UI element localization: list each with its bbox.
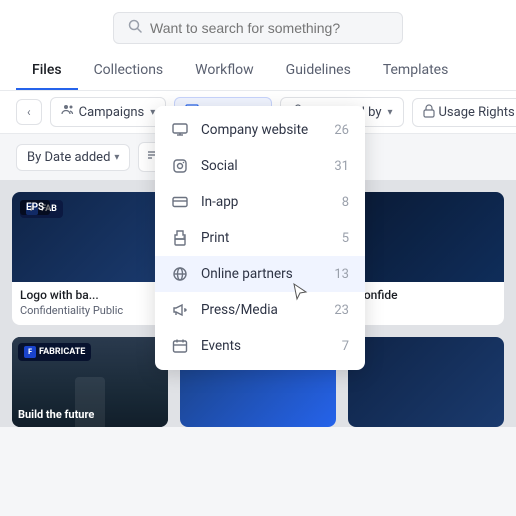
header: Files Collections Workflow Guidelines Te… [0, 0, 516, 91]
card-6[interactable] [348, 337, 504, 427]
print-count: 5 [342, 231, 349, 246]
online-partners-label: Online partners [201, 266, 293, 282]
tab-workflow[interactable]: Workflow [179, 52, 270, 90]
company-website-label: Company website [201, 122, 308, 138]
printer-icon [171, 229, 189, 247]
card-1-title: Logo with ba... [20, 288, 160, 302]
dropdown-item-company-website[interactable]: Company website 26 [155, 112, 365, 148]
credit-card-icon [171, 193, 189, 211]
social-label: Social [201, 158, 238, 174]
dropdown-item-in-app[interactable]: In-app 8 [155, 184, 365, 220]
view-toggle-button[interactable]: ‹ [16, 99, 42, 125]
globe-icon [171, 265, 189, 283]
lock-icon [423, 104, 435, 121]
events-count: 7 [342, 339, 349, 354]
dropdown-item-events[interactable]: Events 7 [155, 328, 365, 364]
press-media-label: Press/Media [201, 302, 278, 318]
press-media-count: 23 [334, 303, 349, 318]
campaigns-label: Campaigns [79, 105, 145, 120]
print-label: Print [201, 230, 229, 246]
card-4[interactable]: F FABRICATE Build the future [12, 337, 168, 427]
tab-files[interactable]: Files [16, 52, 78, 90]
dropdown-item-press-media[interactable]: Press/Media 23 [155, 292, 365, 328]
in-app-label: In-app [201, 194, 238, 210]
company-website-count: 26 [334, 123, 349, 138]
sort-arrow-icon: ▾ [114, 152, 119, 163]
card-1-meta: Confidentiality Public [20, 304, 160, 317]
tab-guidelines[interactable]: Guidelines [270, 52, 367, 90]
sort-by-date-label: By Date added [27, 150, 110, 165]
monitor-icon [171, 121, 189, 139]
dropdown-item-online-partners[interactable]: Online partners 13 [155, 256, 365, 292]
search-input-wrapper[interactable] [113, 12, 403, 44]
search-icon [128, 19, 142, 37]
channel-dropdown: Company website 26 Social 31 In-app 8 [155, 106, 365, 370]
in-app-count: 8 [342, 195, 349, 210]
social-count: 31 [334, 159, 349, 174]
campaigns-filter[interactable]: Campaigns ▾ [50, 97, 167, 127]
people-icon [61, 103, 75, 121]
tab-templates[interactable]: Templates [367, 52, 465, 90]
social-icon [171, 157, 189, 175]
online-partners-count: 13 [334, 267, 349, 282]
usage-rights-label: Usage Rights [439, 105, 515, 120]
calendar-icon [171, 337, 189, 355]
card-4-build-text: Build the future [18, 408, 94, 421]
dropdown-item-print[interactable]: Print 5 [155, 220, 365, 256]
search-input[interactable] [150, 20, 388, 36]
produced-by-arrow-icon: ▾ [387, 107, 392, 118]
megaphone-icon [171, 301, 189, 319]
card-3-title: Confide [356, 288, 496, 302]
card-3[interactable]: Confide [348, 192, 504, 325]
nav-tabs: Files Collections Workflow Guidelines Te… [16, 52, 500, 90]
dropdown-item-social[interactable]: Social 31 [155, 148, 365, 184]
search-bar [16, 0, 500, 52]
card-1[interactable]: F FAB EPS Logo with ba... Confidentialit… [12, 192, 168, 325]
eps-badge-1: EPS [20, 200, 50, 215]
events-label: Events [201, 338, 241, 354]
chevron-left-icon: ‹ [27, 105, 31, 119]
tab-collections[interactable]: Collections [78, 52, 180, 90]
usage-rights-filter[interactable]: Usage Rights ▾ [412, 98, 516, 127]
sort-select[interactable]: By Date added ▾ [16, 144, 130, 171]
